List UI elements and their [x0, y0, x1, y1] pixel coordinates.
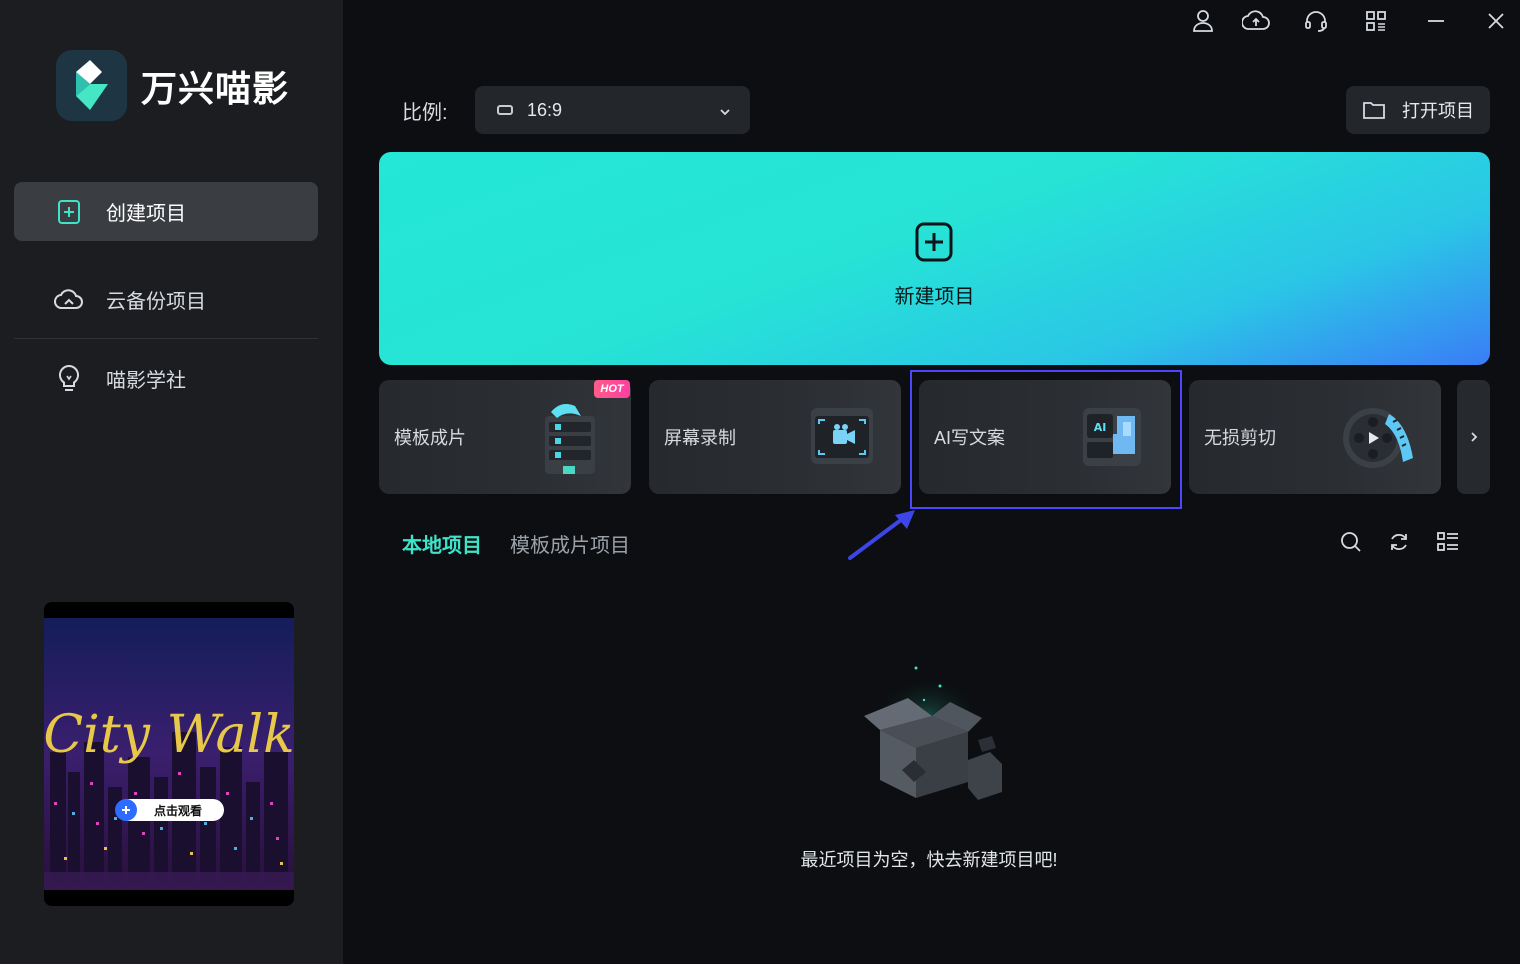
- sidebar-item-label: 喵影学社: [106, 370, 186, 392]
- new-project-label: 新建项目: [894, 286, 975, 308]
- ratio-dropdown[interactable]: 16:9: [475, 86, 750, 134]
- sidebar-divider: [14, 338, 318, 339]
- promo-watch-button: 点击观看: [154, 803, 202, 818]
- list-view-icon[interactable]: [1434, 528, 1462, 556]
- card-label: 屏幕录制: [664, 428, 736, 448]
- card-lossless-cut[interactable]: 无损剪切: [1189, 380, 1441, 494]
- open-project-button[interactable]: 打开项目: [1346, 86, 1490, 134]
- refresh-icon[interactable]: [1385, 528, 1413, 556]
- film-reel-icon: [1343, 408, 1413, 468]
- close-icon[interactable]: [1481, 6, 1511, 36]
- empty-message: 最近项目为空，快去新建项目吧!: [800, 850, 1058, 870]
- plus-document-icon: [54, 197, 84, 227]
- plus-square-icon: [915, 222, 953, 262]
- lightbulb-icon: [54, 364, 84, 394]
- empty-box-icon: [864, 666, 1002, 800]
- open-project-label: 打开项目: [1402, 101, 1474, 121]
- tab-local-projects[interactable]: 本地项目: [402, 529, 482, 558]
- hot-badge: HOT: [594, 380, 630, 398]
- chevron-down-icon: [718, 103, 732, 124]
- promo-title: City Walk: [44, 705, 294, 765]
- cloud-upload-icon[interactable]: [1241, 6, 1271, 36]
- aspect-ratio-icon: [497, 105, 513, 115]
- ratio-value: 16:9: [527, 99, 563, 120]
- cards-next-button[interactable]: [1457, 380, 1490, 494]
- grid-icon[interactable]: [1361, 6, 1391, 36]
- sidebar-item-academy[interactable]: 喵影学社: [14, 349, 318, 408]
- folder-icon: [1363, 102, 1385, 119]
- tab-template-projects[interactable]: 模板成片项目: [510, 529, 630, 558]
- headset-icon[interactable]: [1301, 6, 1331, 36]
- sidebar-item-create-project[interactable]: 创建项目: [14, 182, 318, 241]
- app-logo: 万兴喵影: [56, 50, 289, 121]
- film-strip-icon: [545, 404, 595, 474]
- card-label: 无损剪切: [1204, 428, 1276, 448]
- sidebar-item-cloud-backup[interactable]: 云备份项目: [14, 270, 318, 329]
- highlight-box: [910, 370, 1182, 509]
- ratio-label: 比例:: [402, 102, 448, 124]
- cloud-icon: [54, 285, 84, 315]
- annotation-arrow-icon: [848, 510, 915, 560]
- search-icon[interactable]: [1337, 528, 1365, 556]
- card-template-video[interactable]: 模板成片: [379, 380, 631, 494]
- minimize-icon[interactable]: [1421, 6, 1451, 36]
- card-screen-record[interactable]: 屏幕录制: [649, 380, 901, 494]
- new-project-button[interactable]: 新建项目: [379, 152, 1490, 365]
- card-label: 模板成片: [394, 428, 466, 448]
- sidebar-item-label: 云备份项目: [106, 291, 206, 313]
- app-name: 万兴喵影: [141, 68, 290, 110]
- sidebar: 万兴喵影 创建项目 云备份项目 喵影学社 City Walk 点击观看: [0, 0, 343, 964]
- user-icon[interactable]: [1188, 6, 1218, 36]
- logo-icon: [56, 50, 127, 121]
- sidebar-item-label: 创建项目: [106, 203, 186, 225]
- screen-camera-icon: [811, 408, 873, 464]
- chevron-right-icon: [1470, 432, 1477, 442]
